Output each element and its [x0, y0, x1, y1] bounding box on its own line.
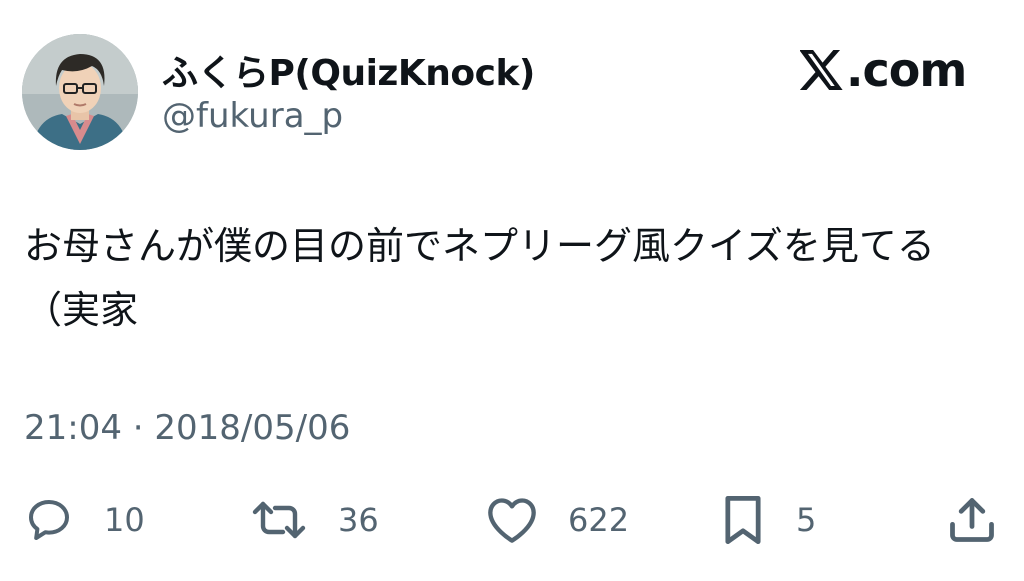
like-button[interactable]: 622 [486, 492, 629, 548]
reply-button[interactable]: 10 [24, 492, 145, 548]
x-logo-icon [800, 50, 843, 90]
author-display-name[interactable]: ふくらP(QuizKnock) [162, 44, 535, 96]
repost-button[interactable]: 36 [250, 492, 379, 548]
x-logo: .com [800, 43, 967, 97]
reply-count: 10 [104, 501, 145, 539]
like-icon [486, 496, 538, 544]
author-handle[interactable]: @fukura_p [162, 96, 343, 136]
x-logo-domain: .com [846, 43, 967, 97]
repost-icon [250, 496, 308, 544]
bookmark-button[interactable]: 5 [722, 492, 816, 548]
reply-icon [24, 496, 74, 544]
tweet-timestamp[interactable]: 21:04 · 2018/05/06 [24, 408, 350, 448]
share-button[interactable] [946, 492, 998, 548]
bookmark-icon [722, 494, 764, 546]
repost-count: 36 [338, 501, 379, 539]
avatar[interactable] [22, 34, 138, 150]
tweet-text: お母さんが僕の目の前でネプリーグ風クイズを見てる（実家 [24, 224, 935, 332]
share-icon [946, 494, 998, 546]
bookmark-count: 5 [796, 501, 817, 539]
like-count: 622 [568, 501, 630, 539]
